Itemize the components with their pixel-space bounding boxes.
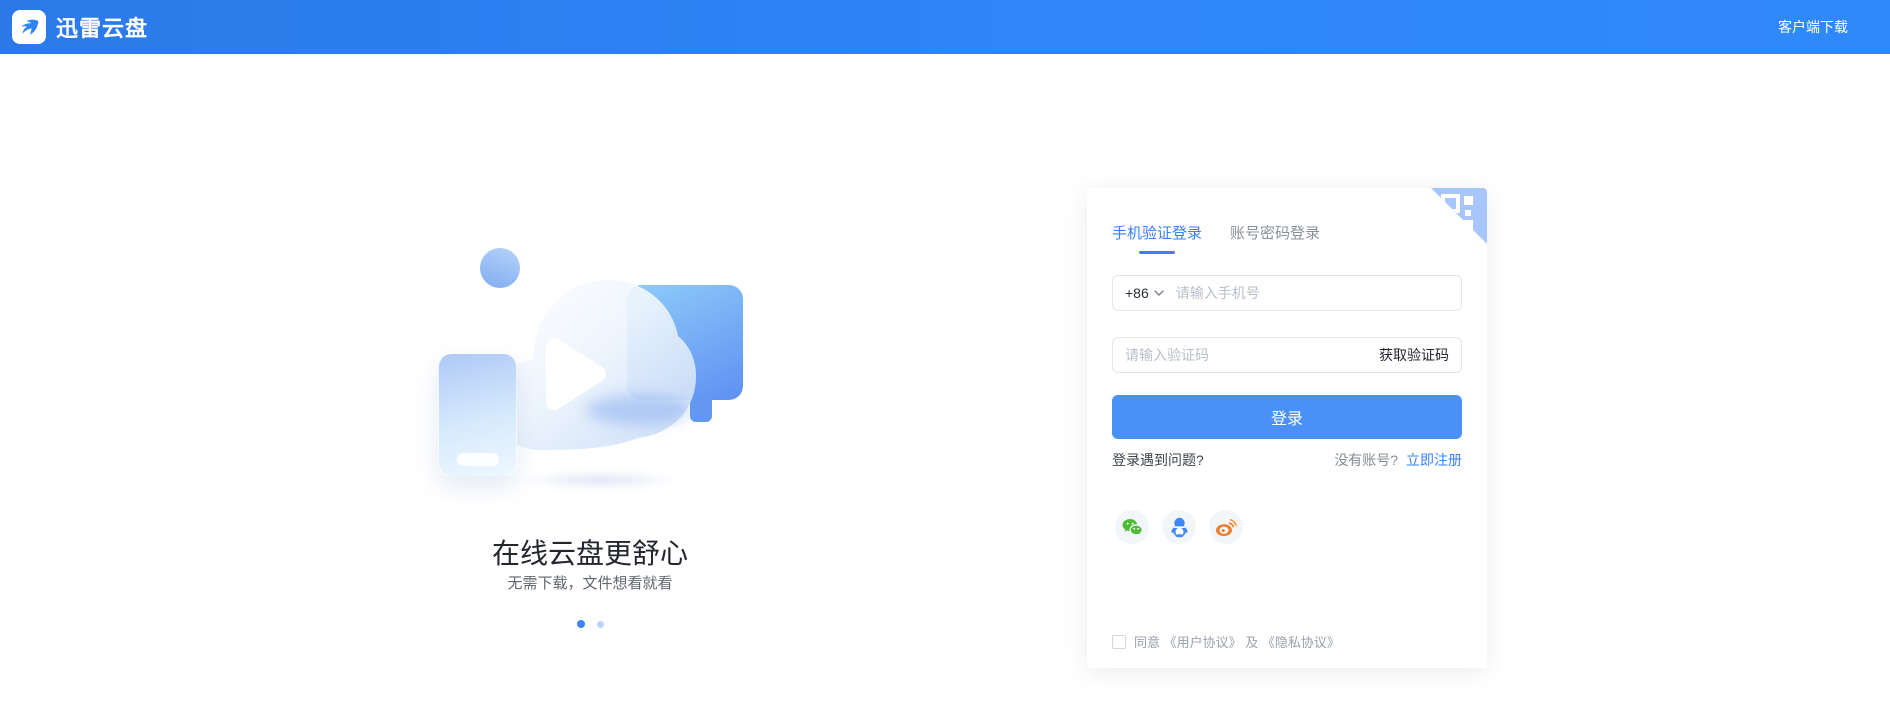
client-download-link[interactable]: 客户端下载 (1778, 17, 1848, 37)
privacy-agreement-link[interactable]: 《隐私协议》 (1262, 635, 1340, 650)
carousel-dot-active[interactable] (577, 620, 585, 628)
login-trouble-link[interactable]: 登录遇到问题? (1112, 450, 1204, 470)
hero-title: 在线云盘更舒心 (190, 532, 990, 572)
agreement-checkbox[interactable] (1112, 635, 1126, 649)
carousel-dots (190, 620, 990, 628)
active-tab-underline (1139, 251, 1175, 254)
qq-login-button[interactable] (1162, 510, 1196, 544)
agreement-text: 同意 《用户协议》 及 《隐私协议》 (1134, 632, 1340, 651)
phone-field-group: +86 (1112, 275, 1462, 311)
helper-links-row: 登录遇到问题? 没有账号? 立即注册 (1112, 450, 1462, 470)
phone-illustration (438, 353, 517, 477)
country-code-select[interactable]: +86 (1125, 285, 1164, 301)
weibo-login-button[interactable] (1209, 510, 1243, 544)
qr-login-corner[interactable] (1431, 188, 1487, 244)
top-header: 迅雷云盘 客户端下载 (0, 0, 1890, 54)
tab-password-login-label: 账号密码登录 (1230, 225, 1320, 242)
tab-phone-login-label: 手机验证登录 (1112, 225, 1202, 242)
register-group: 没有账号? 立即注册 (1334, 450, 1462, 470)
verification-code-input[interactable] (1125, 347, 1379, 363)
thunder-bird-icon (17, 15, 41, 39)
app-title: 迅雷云盘 (56, 11, 148, 43)
qr-code-icon (1431, 188, 1487, 244)
weibo-icon (1215, 518, 1237, 537)
get-code-button[interactable]: 获取验证码 (1379, 345, 1449, 365)
phone-home-bar (457, 453, 499, 466)
tab-password-login[interactable]: 账号密码登录 (1230, 222, 1320, 243)
login-tabs: 手机验证登录 账号密码登录 (1112, 222, 1320, 243)
carousel-dot-inactive[interactable] (597, 621, 604, 628)
ground-shadow (517, 472, 683, 488)
country-code-value: +86 (1125, 285, 1149, 301)
wechat-login-button[interactable] (1115, 510, 1149, 544)
agreement-prefix: 同意 (1134, 635, 1160, 650)
login-card: 手机验证登录 账号密码登录 +86 获取验证码 登录 登录遇到问题? 没有账号?… (1087, 188, 1487, 668)
cloud-play-icon (488, 258, 700, 458)
wechat-icon (1122, 518, 1143, 536)
tab-phone-login[interactable]: 手机验证登录 (1112, 222, 1202, 243)
social-login-row (1115, 510, 1243, 544)
hero-section: 在线云盘更舒心 无需下载，文件想看就看 (0, 54, 1087, 711)
agreement-middle: 及 (1245, 635, 1258, 650)
chevron-down-icon (1154, 290, 1164, 296)
cloud-illustration (431, 246, 751, 506)
agreement-row: 同意 《用户协议》 及 《隐私协议》 (1112, 632, 1340, 651)
app-logo[interactable] (12, 10, 46, 44)
phone-input[interactable] (1176, 285, 1449, 301)
qq-icon (1171, 517, 1188, 538)
login-button[interactable]: 登录 (1112, 395, 1462, 439)
code-field-group: 获取验证码 (1112, 337, 1462, 373)
no-account-text: 没有账号? (1334, 452, 1398, 468)
user-agreement-link[interactable]: 《用户协议》 (1164, 635, 1242, 650)
register-link[interactable]: 立即注册 (1406, 452, 1462, 468)
hero-subtitle: 无需下载，文件想看就看 (190, 572, 990, 593)
